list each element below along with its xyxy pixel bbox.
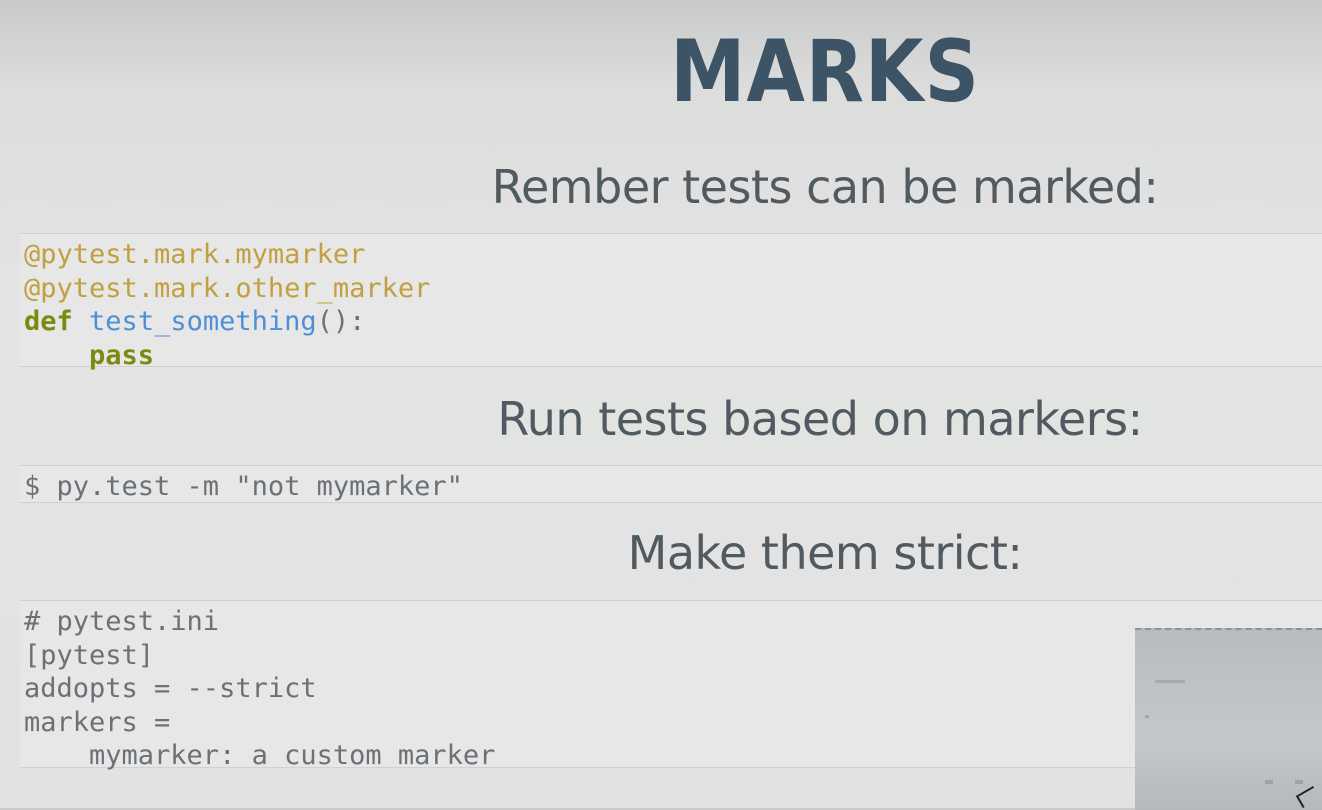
code-line: markers = (24, 706, 171, 738)
video-inset-thumbnail (1135, 628, 1322, 810)
inset-detail (1295, 780, 1303, 784)
keyword-pass: pass (89, 339, 155, 371)
inset-detail (1155, 680, 1185, 683)
code-line: # pytest.ini (24, 606, 220, 637)
code-line: pass (24, 339, 1322, 373)
code-line: @pytest.mark.mymarker (24, 239, 366, 270)
code-line: addopts = --strict (24, 673, 317, 704)
code-line: def test_something(): (24, 305, 1322, 339)
code-line: [pytest] (24, 639, 155, 671)
heading-strict: Make them strict: (627, 526, 1023, 580)
function-name: test_something (89, 306, 317, 337)
cursor-icon (1295, 785, 1321, 809)
code-block-command: $ py.test -m "not mymarker" (20, 465, 1322, 503)
heading-marked: Rember tests can be marked: (491, 160, 1159, 214)
code-block-ini: # pytest.ini [pytest] addopts = --strict ma… (20, 600, 1322, 771)
inset-detail (1145, 715, 1149, 718)
code-line: mymarker: a custom marker (24, 740, 496, 771)
slide-title: MARKS (670, 22, 980, 122)
inset-detail (1265, 780, 1273, 784)
keyword-def: def (24, 306, 73, 337)
code-line: @pytest.mark.other_marker (24, 272, 431, 304)
heading-run: Run tests based on markers: (497, 392, 1143, 446)
function-params: (): (316, 306, 366, 337)
code-line: $ py.test -m "not mymarker" (24, 471, 463, 502)
code-block-markers: @pytest.mark.mymarker @pytest.mark.other_… (20, 233, 1322, 371)
